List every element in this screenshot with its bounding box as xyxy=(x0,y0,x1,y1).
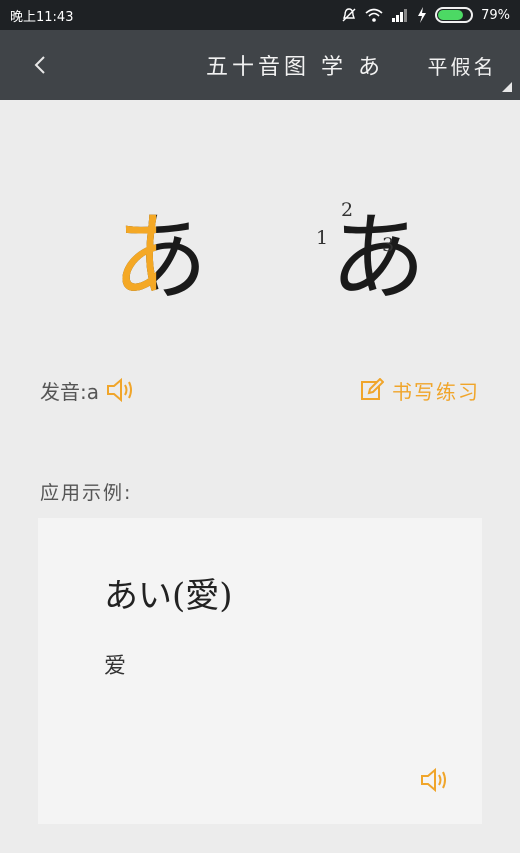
mute-icon xyxy=(342,8,356,22)
writing-practice-label: 书写练习 xyxy=(392,379,480,404)
status-time: 晚上11:43 xyxy=(10,9,74,25)
kana-mode-selector[interactable]: 平假名 xyxy=(422,30,502,100)
stroke-number-1: 1 xyxy=(316,227,329,249)
status-bar: 晚上11:43 79% xyxy=(0,0,520,30)
page-title: 五十音图 学 あ xyxy=(206,55,384,80)
example-speaker-icon[interactable] xyxy=(418,766,452,794)
battery-fill xyxy=(438,10,464,20)
wifi-icon xyxy=(365,8,383,22)
mode-dropdown-indicator-icon[interactable] xyxy=(502,82,512,92)
pronunciation-row: 发音:a xyxy=(40,370,137,410)
examples-heading: 应用示例: xyxy=(40,482,133,504)
app-header: 五十音图 学 あ 平假名 xyxy=(0,30,520,100)
battery-percent: 79% xyxy=(481,7,510,23)
edit-icon xyxy=(361,378,384,400)
battery-icon xyxy=(435,7,474,23)
charging-icon xyxy=(418,7,427,23)
example-card: あい(愛) 爱 xyxy=(38,518,482,824)
chevron-left-icon xyxy=(34,56,45,74)
stroke-number-3: 3 xyxy=(382,234,395,256)
writing-practice-button[interactable]: 书写练习 xyxy=(360,370,480,410)
example-word: あい(愛) xyxy=(104,576,233,616)
signal-icon xyxy=(392,9,408,22)
kana-stroke-animation[interactable]: あ あ xyxy=(112,198,208,318)
stroke-number-2: 2 xyxy=(341,199,354,221)
example-meaning: 爱 xyxy=(104,654,127,679)
pronunciation-label: 发音:a xyxy=(40,379,99,404)
speaker-icon[interactable] xyxy=(105,376,137,404)
back-button[interactable] xyxy=(20,30,60,100)
status-icons: 79% xyxy=(341,7,510,23)
